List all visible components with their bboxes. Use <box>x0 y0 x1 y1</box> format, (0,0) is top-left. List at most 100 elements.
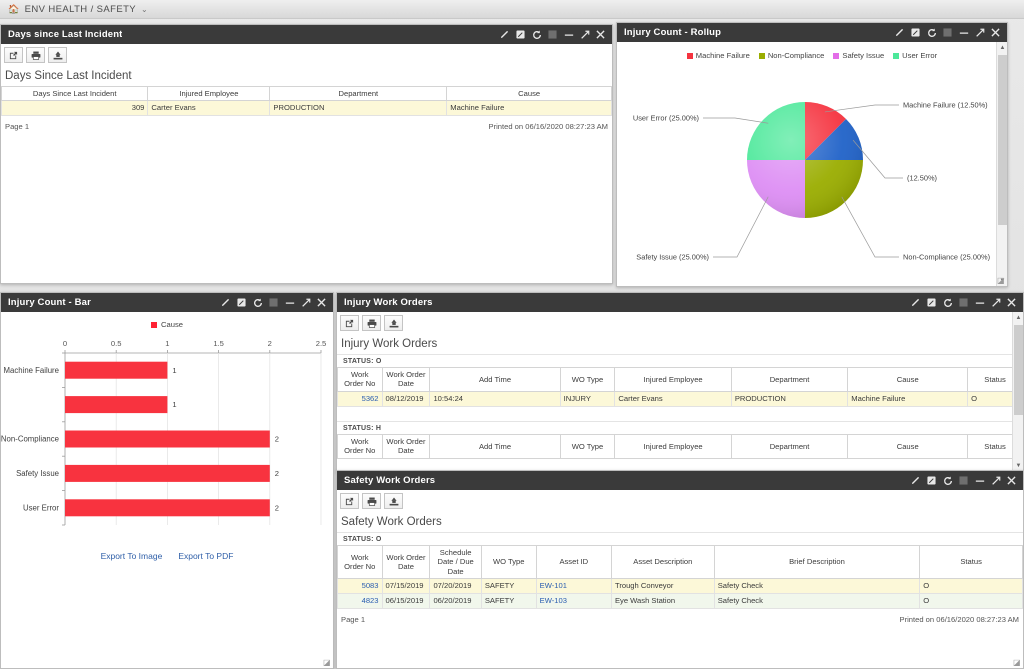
download-icon[interactable] <box>384 493 403 509</box>
panel-titlebar[interactable]: Injury Count - Rollup <box>617 23 1007 42</box>
bar-segment[interactable] <box>65 362 167 379</box>
resize-grip[interactable]: ◪ <box>1013 658 1022 667</box>
pencil-icon[interactable] <box>497 27 512 42</box>
column-header[interactable]: Injured Employee <box>615 368 731 392</box>
minimize-icon[interactable] <box>956 25 971 40</box>
cell-asset-id[interactable]: EW-101 <box>536 579 611 594</box>
scroll-thumb[interactable] <box>998 55 1007 225</box>
home-icon[interactable]: 🏠 <box>8 4 20 15</box>
scroll-up-arrow[interactable]: ▲ <box>997 42 1008 53</box>
column-header[interactable]: Work Order Date <box>382 546 430 579</box>
resize-grip[interactable]: ◪ <box>997 276 1006 285</box>
column-header[interactable]: Injured Employee <box>148 87 270 101</box>
bar-legend[interactable]: Cause <box>1 312 333 329</box>
column-header[interactable]: Cause <box>848 434 968 458</box>
close-icon[interactable] <box>988 25 1003 40</box>
expand-icon[interactable] <box>577 27 592 42</box>
grid-icon[interactable] <box>940 25 955 40</box>
scroll-up-arrow[interactable]: ▲ <box>1013 312 1024 323</box>
close-icon[interactable] <box>593 27 608 42</box>
column-header[interactable]: Cause <box>848 368 968 392</box>
download-icon[interactable] <box>384 315 403 331</box>
minimize-icon[interactable] <box>972 473 987 488</box>
expand-icon[interactable] <box>988 473 1003 488</box>
grid-icon[interactable] <box>956 473 971 488</box>
panel-titlebar[interactable]: Injury Work Orders <box>337 293 1023 312</box>
column-header[interactable]: WO Type <box>560 368 615 392</box>
refresh-icon[interactable] <box>940 295 955 310</box>
panel-titlebar[interactable]: Days since Last Incident <box>1 25 612 44</box>
export-icon[interactable] <box>4 47 23 63</box>
column-header[interactable]: Department <box>731 368 847 392</box>
column-header[interactable]: WO Type <box>481 546 536 579</box>
export-icon[interactable] <box>340 315 359 331</box>
minimize-icon[interactable] <box>972 295 987 310</box>
table-row[interactable]: 5362 08/12/2019 10:54:24 INJURY Carter E… <box>338 391 1023 406</box>
pencil-icon[interactable] <box>892 25 907 40</box>
legend-item-machine-failure[interactable]: Machine Failure <box>687 51 750 60</box>
chevron-down-icon[interactable]: ⌄ <box>141 5 148 14</box>
column-header[interactable]: Work Order Date <box>382 434 430 458</box>
note-icon[interactable] <box>513 27 528 42</box>
cell-asset-id[interactable]: EW-103 <box>536 594 611 609</box>
grid-icon[interactable] <box>545 27 560 42</box>
note-icon[interactable] <box>924 473 939 488</box>
grid-icon[interactable] <box>956 295 971 310</box>
bar-segment[interactable] <box>65 396 167 413</box>
breadcrumb-label[interactable]: ENV HEALTH / SAFETY <box>25 4 136 15</box>
pencil-icon[interactable] <box>908 473 923 488</box>
column-header[interactable]: Work Order No <box>338 546 383 579</box>
column-header[interactable]: Status <box>920 546 1023 579</box>
column-header[interactable]: Brief Description <box>714 546 920 579</box>
column-header[interactable]: WO Type <box>560 434 615 458</box>
table-row[interactable]: 4823 06/15/2019 06/20/2019 SAFETY EW-103… <box>338 594 1023 609</box>
printer-icon[interactable] <box>26 47 45 63</box>
column-header[interactable]: Asset Description <box>611 546 714 579</box>
minimize-icon[interactable] <box>561 27 576 42</box>
grid-icon[interactable] <box>266 295 281 310</box>
table-row[interactable]: 5083 07/15/2019 07/20/2019 SAFETY EW-101… <box>338 579 1023 594</box>
bar-segment[interactable] <box>65 431 270 448</box>
refresh-icon[interactable] <box>940 473 955 488</box>
scroll-thumb[interactable] <box>1014 325 1023 415</box>
column-header[interactable]: Add Time <box>430 368 560 392</box>
note-icon[interactable] <box>234 295 249 310</box>
cell-wo-no[interactable]: 5362 <box>338 391 383 406</box>
printer-icon[interactable] <box>362 315 381 331</box>
vertical-scrollbar[interactable]: ▲ ▼ <box>1012 312 1023 471</box>
column-header[interactable]: Injured Employee <box>615 434 731 458</box>
export-to-image-link[interactable]: Export To Image <box>101 551 163 561</box>
pencil-icon[interactable] <box>218 295 233 310</box>
expand-icon[interactable] <box>298 295 313 310</box>
pencil-icon[interactable] <box>908 295 923 310</box>
legend-item-user-error[interactable]: User Error <box>893 51 937 60</box>
column-header[interactable]: Add Time <box>430 434 560 458</box>
minimize-icon[interactable] <box>282 295 297 310</box>
download-icon[interactable] <box>48 47 67 63</box>
expand-icon[interactable] <box>988 295 1003 310</box>
legend-item-non-compliance[interactable]: Non-Compliance <box>759 51 825 60</box>
note-icon[interactable] <box>924 295 939 310</box>
refresh-icon[interactable] <box>250 295 265 310</box>
column-header[interactable]: Work Order Date <box>382 368 430 392</box>
column-header[interactable]: Work Order No <box>338 434 383 458</box>
bar-segment[interactable] <box>65 465 270 482</box>
cell-wo-no[interactable]: 5083 <box>338 579 383 594</box>
column-header[interactable]: Department <box>731 434 847 458</box>
export-icon[interactable] <box>340 493 359 509</box>
panel-titlebar[interactable]: Safety Work Orders <box>337 471 1023 490</box>
bar-segment[interactable] <box>65 499 270 516</box>
resize-grip[interactable]: ◪ <box>323 658 332 667</box>
column-header[interactable]: Work Order No <box>338 368 383 392</box>
refresh-icon[interactable] <box>529 27 544 42</box>
refresh-icon[interactable] <box>924 25 939 40</box>
column-header[interactable]: Department <box>270 87 447 101</box>
cell-wo-no[interactable]: 4823 <box>338 594 383 609</box>
table-row[interactable]: 309 Carter Evans PRODUCTION Machine Fail… <box>2 101 612 116</box>
panel-titlebar[interactable]: Injury Count - Bar <box>1 293 333 312</box>
vertical-scrollbar[interactable]: ▲ ▼ <box>996 42 1007 286</box>
export-to-pdf-link[interactable]: Export To PDF <box>178 551 233 561</box>
close-icon[interactable] <box>314 295 329 310</box>
column-header[interactable]: Days Since Last Incident <box>2 87 148 101</box>
close-icon[interactable] <box>1004 473 1019 488</box>
